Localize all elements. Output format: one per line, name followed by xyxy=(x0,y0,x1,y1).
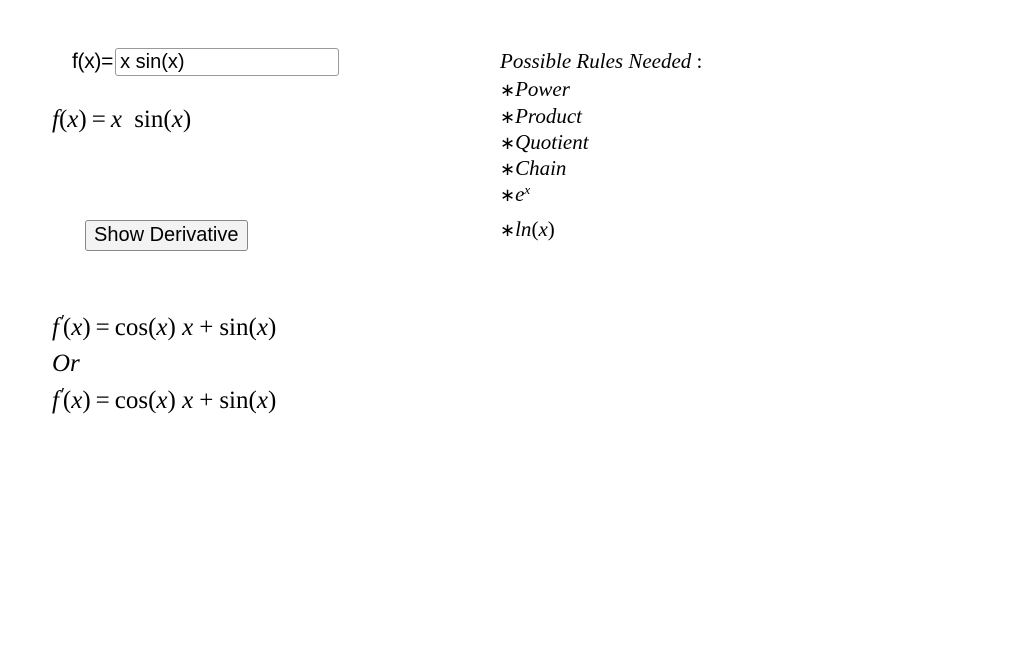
d2-cos: cos xyxy=(115,387,148,414)
d1-x: x xyxy=(71,314,82,341)
function-input-row: f(x)= xyxy=(72,48,339,76)
sin-arg: x xyxy=(172,106,183,133)
d1-sin-open: ( xyxy=(249,314,257,341)
star-icon: ∗ xyxy=(500,80,515,100)
star-icon: ∗ xyxy=(500,185,515,205)
show-derivative-button[interactable]: Show Derivative xyxy=(85,220,248,251)
d1-sin-arg: x xyxy=(257,314,268,341)
sin-open: ( xyxy=(163,106,171,133)
rules-title-text: Possible Rules Needed xyxy=(500,49,691,73)
rule-product: ∗Product xyxy=(500,103,702,129)
rule-ln-close: ) xyxy=(548,217,555,241)
rule-chain: ∗Chain xyxy=(500,155,702,181)
star-icon: ∗ xyxy=(500,220,515,240)
d2-sin: sin xyxy=(219,387,248,414)
rule-ln: ∗ln(x) xyxy=(500,216,702,242)
d2-eq: = xyxy=(91,387,115,414)
rule-product-label: Product xyxy=(515,104,582,128)
d2-x: x xyxy=(71,387,82,414)
math-f: f xyxy=(52,106,59,133)
space xyxy=(122,106,134,133)
rules-colon: : xyxy=(697,49,703,73)
rule-ln-arg: x xyxy=(538,217,547,241)
d2-prime: ′ xyxy=(61,384,65,404)
d1-close: ) xyxy=(82,314,90,341)
derivative-line-1: f′(x)=cos(x) x+sin(x) xyxy=(52,310,276,346)
function-input[interactable] xyxy=(115,48,339,76)
d1-cos-arg: x xyxy=(156,314,167,341)
d1-eq: = xyxy=(91,314,115,341)
show-derivative-wrap: Show Derivative xyxy=(85,220,248,251)
rule-quotient: ∗Quotient xyxy=(500,129,702,155)
d2-sin-close: ) xyxy=(268,387,276,414)
rule-quotient-label: Quotient xyxy=(515,130,589,154)
rule-power: ∗Power xyxy=(500,76,702,102)
math-x: x xyxy=(67,106,78,133)
d2-plus: + xyxy=(193,387,219,414)
d1-term-x: x xyxy=(182,314,193,341)
rules-title: Possible Rules Needed : xyxy=(500,48,702,74)
math-rhs-x: x xyxy=(111,106,122,133)
d1-cos: cos xyxy=(115,314,148,341)
d2-sin-open: ( xyxy=(249,387,257,414)
function-input-label: f(x)= xyxy=(72,50,113,74)
d1-plus: + xyxy=(193,314,219,341)
derivative-line-2: f′(x)=cos(x) x+sin(x) xyxy=(52,383,276,419)
derivative-area: f′(x)=cos(x) x+sin(x) Or f′(x)=cos(x) x+… xyxy=(52,310,276,419)
d1-prime: ′ xyxy=(61,311,65,331)
rule-exp: ∗ex xyxy=(500,181,702,207)
derivative-or: Or xyxy=(52,346,276,382)
rule-power-label: Power xyxy=(515,77,570,101)
star-icon: ∗ xyxy=(500,133,515,153)
rule-chain-label: Chain xyxy=(515,156,566,180)
equals: = xyxy=(87,106,111,133)
d2-cos-close: ) xyxy=(168,387,176,414)
d2-close: ) xyxy=(82,387,90,414)
d2-sin-arg: x xyxy=(257,387,268,414)
d2-term-x: x xyxy=(182,387,193,414)
star-icon: ∗ xyxy=(500,107,515,127)
rule-ln-label: ln xyxy=(515,217,531,241)
rule-e-sup: x xyxy=(524,182,530,197)
star-icon: ∗ xyxy=(500,159,515,179)
d2-f: f xyxy=(52,387,59,414)
sin-close: ) xyxy=(183,106,191,133)
d1-sin: sin xyxy=(219,314,248,341)
d1-sin-close: ) xyxy=(268,314,276,341)
d1-f: f xyxy=(52,314,59,341)
function-display: f(x)=x sin(x) xyxy=(52,106,191,134)
d2-cos-arg: x xyxy=(156,387,167,414)
sin-fn: sin xyxy=(134,106,163,133)
rules-panel: Possible Rules Needed : ∗Power ∗Product … xyxy=(500,48,702,242)
d1-cos-close: ) xyxy=(168,314,176,341)
close-paren: ) xyxy=(78,106,86,133)
